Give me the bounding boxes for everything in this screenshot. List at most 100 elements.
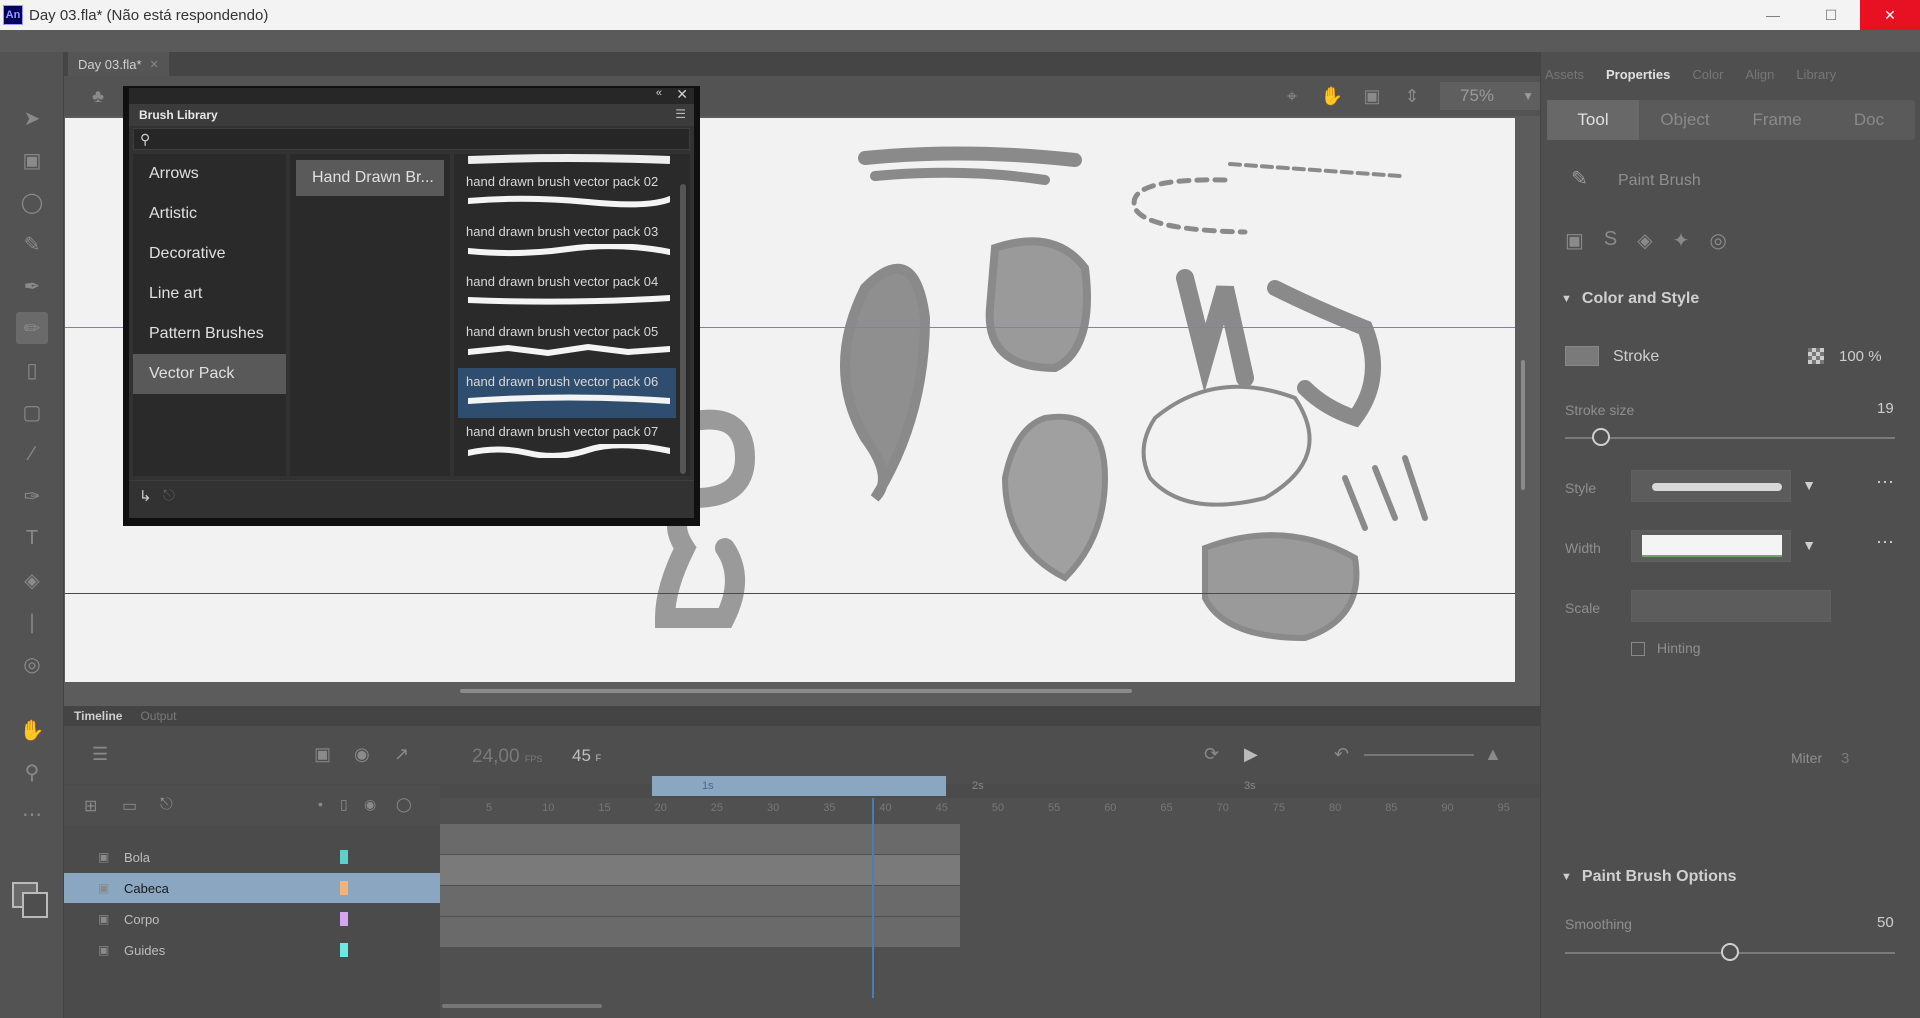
brush-list-scrollbar[interactable] — [680, 184, 686, 474]
new-layer-icon[interactable]: ⊞ — [84, 796, 97, 816]
play-icon[interactable]: ▶ — [1244, 744, 1258, 765]
layer-color-swatch[interactable] — [340, 912, 348, 926]
eraser-icon[interactable]: ▯ — [16, 354, 48, 386]
add-to-document-icon[interactable]: ↳ — [139, 487, 152, 505]
layer-row[interactable]: ▣ Corpo — [64, 904, 440, 934]
pen-icon[interactable]: ✑ — [16, 480, 48, 512]
paint-brush-icon[interactable]: ✎ — [16, 228, 48, 260]
width-more-icon[interactable]: ⋯ — [1876, 532, 1894, 553]
layers-icon[interactable]: ☰ — [92, 744, 108, 765]
undo-icon[interactable]: ↶ — [1334, 744, 1349, 765]
horizontal-scrollbar[interactable] — [460, 689, 1132, 693]
rectangle-icon[interactable]: ▢ — [16, 396, 48, 428]
layer-row[interactable]: ▣ Guides — [64, 935, 440, 965]
brush-item[interactable]: hand drawn brush vector pack 03 — [458, 218, 676, 268]
brush-icon[interactable]: ✒ — [16, 270, 48, 302]
lasso-icon[interactable]: ◯ — [16, 186, 48, 218]
stroke-size-slider-knob[interactable] — [1592, 428, 1611, 446]
more-icon[interactable]: ⋯ — [16, 798, 48, 830]
fps-value[interactable]: 24,00 FPS — [472, 746, 542, 768]
menu-icon[interactable]: ☰ — [675, 107, 686, 121]
layer-row[interactable]: ▣ Cabeca — [64, 873, 440, 903]
layer-color-swatch[interactable] — [340, 881, 348, 895]
category-item[interactable]: Decorative — [133, 234, 286, 274]
smoothing-slider-knob[interactable] — [1721, 943, 1739, 961]
loop-icon[interactable]: ⟳ — [1204, 744, 1219, 765]
style-more-icon[interactable]: ⋯ — [1876, 472, 1894, 493]
scale-dropdown[interactable] — [1631, 590, 1831, 622]
tab-output[interactable]: Output — [140, 709, 176, 723]
frames-area[interactable]: 5 10 15 20 25 30 35 40 45 50 55 60 65 70 75 80 85 90 95 1s… — [440, 776, 1540, 1018]
eyedropper-icon[interactable]: ∣ — [16, 606, 48, 638]
brush-item[interactable]: hand drawn brush vector pack 02 — [458, 168, 676, 218]
style-dropdown[interactable]: ▼ — [1631, 470, 1816, 502]
text-icon[interactable]: T — [16, 522, 48, 554]
stroke-size-slider-track[interactable] — [1565, 437, 1895, 439]
subtab-doc[interactable]: Doc — [1823, 100, 1915, 140]
fit-stage-icon[interactable]: ⇕ — [1400, 84, 1424, 108]
paint-bucket-icon[interactable]: ◈ — [16, 564, 48, 596]
subtab-object[interactable]: Object — [1639, 100, 1731, 140]
brush-shape-icon[interactable]: S — [1604, 228, 1617, 253]
stroke-alpha[interactable]: 100 % — [1839, 348, 1882, 365]
visibility-icon[interactable]: ◉ — [364, 796, 376, 813]
tab-timeline[interactable]: Timeline — [74, 709, 122, 723]
close-tab-icon[interactable]: ✕ — [150, 58, 159, 71]
frame-ruler[interactable]: 5 10 15 20 25 30 35 40 45 50 55 60 65 70 75 80 85 90 95 — [440, 798, 1540, 820]
free-transform-icon[interactable]: ▣ — [16, 144, 48, 176]
layer-row[interactable]: ▣ Bola — [64, 842, 440, 872]
smoothing-value[interactable]: 50 — [1877, 914, 1894, 931]
magic-wand-icon[interactable]: ✦ — [1673, 228, 1690, 253]
brush-item[interactable]: hand drawn brush vector pack 06 — [458, 368, 676, 418]
category-item[interactable]: Artistic — [133, 194, 286, 234]
playhead[interactable] — [872, 798, 874, 998]
subcategory-item[interactable]: Hand Drawn Br... — [296, 160, 444, 196]
selection-icon[interactable]: ➤ — [16, 102, 48, 134]
mountain-icon[interactable]: ▲ — [1484, 744, 1502, 765]
pin-icon[interactable]: ◎ — [16, 648, 48, 680]
vertical-scrollbar[interactable] — [1521, 360, 1525, 490]
outline-icon[interactable]: ▯ — [340, 796, 348, 813]
camera-icon[interactable]: ▣ — [314, 744, 331, 765]
clip-stage-icon[interactable]: ▣ — [1360, 84, 1384, 108]
rotate-stage-icon[interactable]: ✋ — [1320, 84, 1344, 108]
brush-item[interactable]: hand drawn brush vector pack 07 — [458, 418, 676, 468]
close-button[interactable]: ✕ — [1860, 0, 1920, 30]
brush-library-titlebar[interactable]: « ✕ — [129, 86, 694, 104]
paint-mode-icon[interactable]: ◈ — [1637, 228, 1652, 253]
paint-brush-options-section[interactable]: ▼ Paint Brush Options — [1541, 860, 1920, 894]
minimize-button[interactable]: — — [1744, 0, 1802, 30]
fluid-brush-icon[interactable]: ✏ — [16, 312, 48, 344]
frame-row[interactable] — [440, 855, 960, 885]
brush-search-input[interactable]: ⚲ — [133, 128, 690, 150]
current-frame[interactable]: 45 F — [572, 746, 601, 766]
timeline-scrollbar[interactable] — [442, 1004, 602, 1008]
zoom-select[interactable]: 75% ▼ — [1440, 82, 1540, 110]
stroke-size-value[interactable]: 19 — [1877, 400, 1894, 417]
document-tab[interactable]: Day 03.fla* ✕ — [68, 52, 169, 76]
tab-assets[interactable]: Assets — [1545, 67, 1584, 82]
target-icon[interactable]: ◎ — [1709, 228, 1726, 253]
new-folder-icon[interactable]: ▭ — [122, 796, 137, 816]
snap-icon[interactable]: ⌖ — [1280, 84, 1304, 108]
timeline-zoom-slider[interactable] — [1364, 754, 1474, 756]
delete-icon[interactable]: ⎋ — [163, 487, 175, 504]
brush-item[interactable]: hand drawn brush vector pack 05 — [458, 318, 676, 368]
hand-icon[interactable]: ✋ — [16, 714, 48, 746]
stroke-swatch[interactable] — [1565, 346, 1599, 366]
subtab-frame[interactable]: Frame — [1731, 100, 1823, 140]
object-drawing-icon[interactable]: ▣ — [1565, 228, 1584, 253]
category-item[interactable]: Pattern Brushes — [133, 314, 286, 354]
category-item[interactable]: Vector Pack — [133, 354, 286, 394]
subtab-tool[interactable]: Tool — [1547, 100, 1639, 140]
line-icon[interactable]: ∕ — [16, 438, 48, 470]
tab-color[interactable]: Color — [1692, 67, 1723, 82]
highlight-icon[interactable]: • — [318, 796, 323, 812]
category-item[interactable]: Arrows — [133, 154, 286, 194]
frame-row[interactable] — [440, 886, 960, 916]
delete-layer-icon[interactable]: ⎋ — [160, 796, 173, 814]
hinting-checkbox[interactable] — [1631, 642, 1645, 656]
layer-color-swatch[interactable] — [340, 850, 348, 864]
close-icon[interactable]: ✕ — [676, 86, 688, 103]
lock-icon[interactable]: ◯ — [396, 796, 412, 813]
